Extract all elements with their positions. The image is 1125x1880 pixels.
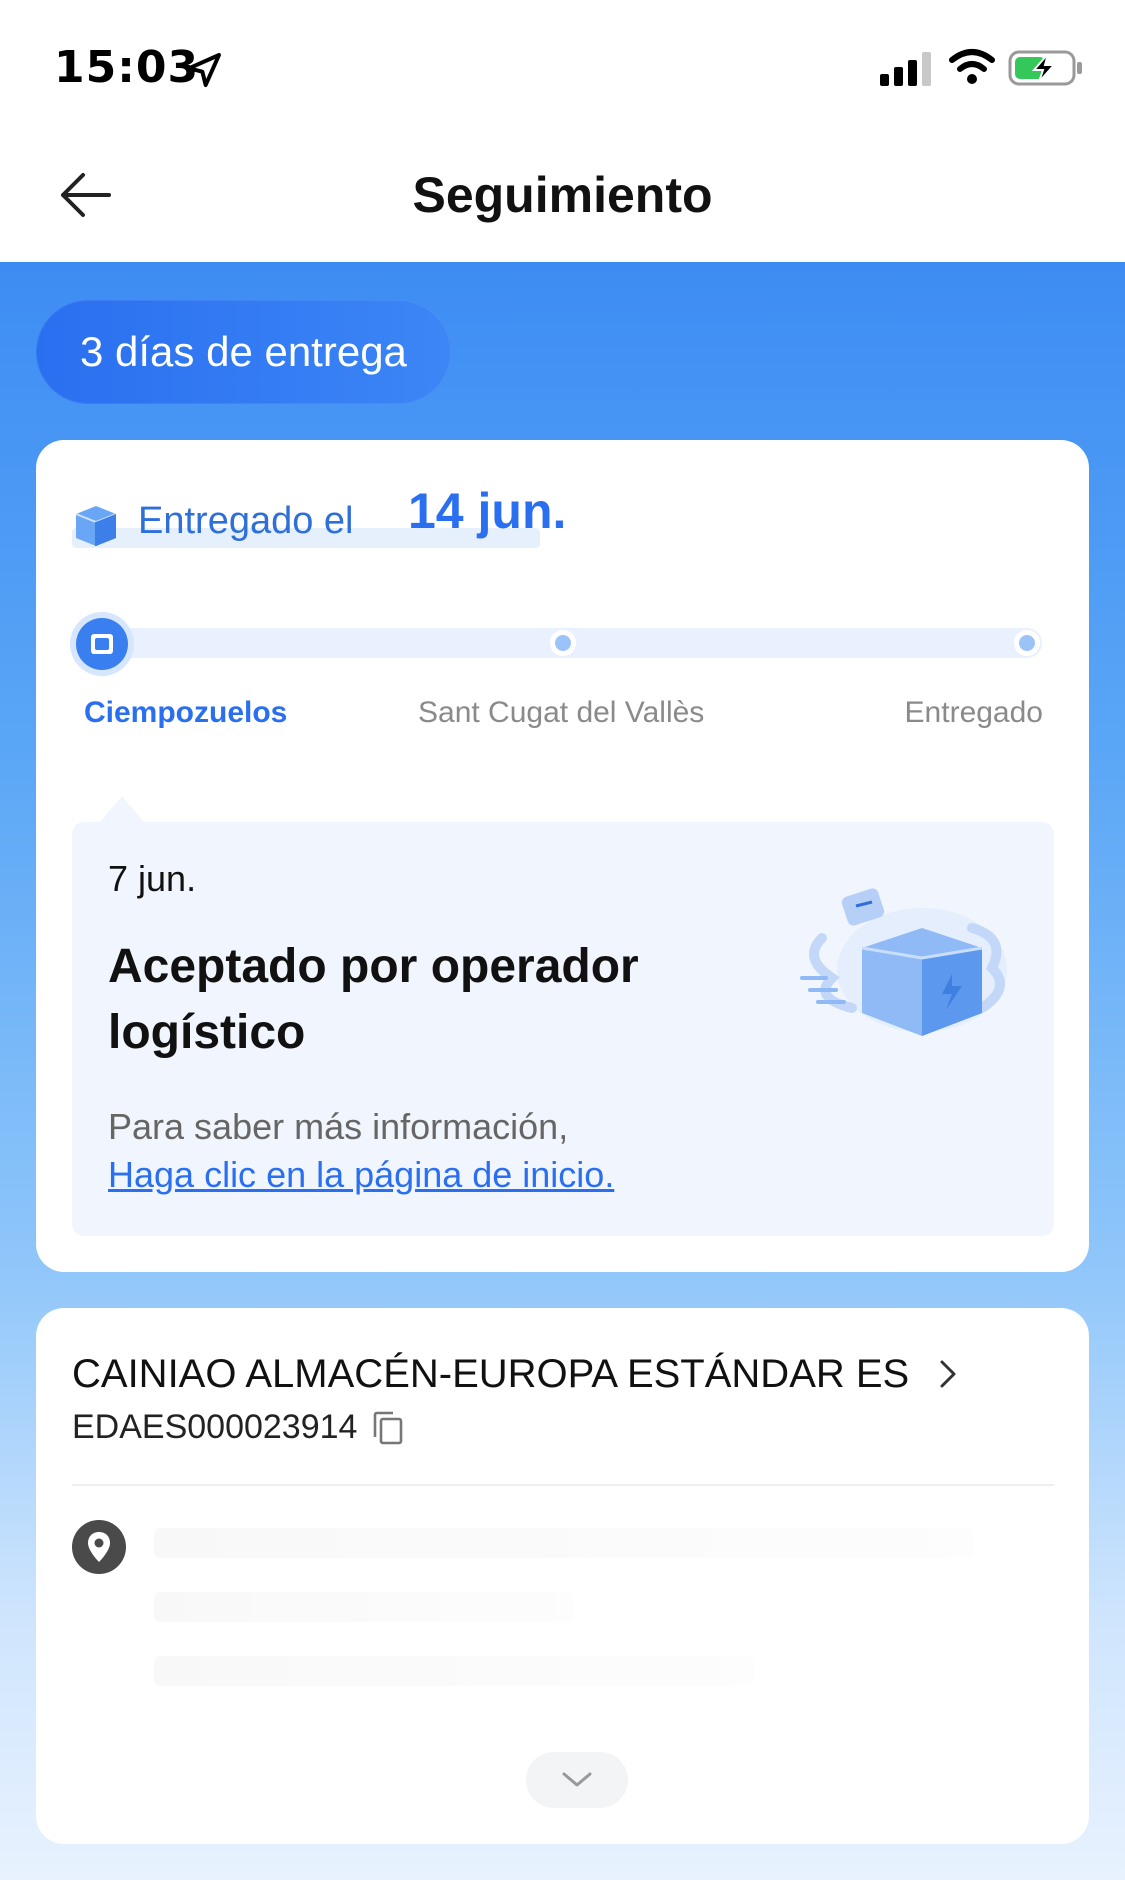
package-icon: [91, 634, 113, 654]
event-info-text: Para saber más información,: [108, 1106, 569, 1147]
location-arrow-icon: [187, 53, 221, 87]
carrier-card: CAINIAO ALMACÉN-EUROPA ESTÁNDAR ES EDAES…: [36, 1308, 1089, 1844]
progress-stop-dot: [550, 630, 576, 656]
stop-label-transit: Sant Cugat del Vallès: [418, 696, 705, 729]
tracking-card: Entregado el 14 jun. Ciempozuelos Sant C…: [36, 440, 1089, 1272]
battery-charging-icon: [1008, 50, 1082, 86]
parcel-illustration: [800, 888, 1007, 1036]
progress-current-marker: [70, 612, 134, 676]
expand-history-button[interactable]: [526, 1752, 628, 1808]
progress-stop-dot: [1014, 630, 1040, 656]
delivered-date: 14 jun.: [408, 483, 567, 539]
delivery-days-badge: 3 días de entrega: [36, 300, 451, 404]
delivered-label: Entregado el: [138, 500, 354, 542]
latest-event-panel: 7 jun. Aceptado por operador logístico P…: [72, 796, 1054, 1236]
status-bar: 15:03: [0, 0, 1125, 130]
package-icon: [75, 506, 117, 546]
home-page-link[interactable]: Haga clic en la página de inicio.: [108, 1154, 614, 1196]
divider: [72, 1484, 1054, 1486]
wifi-icon: [949, 49, 995, 84]
event-title: Aceptado por operador logístico: [108, 940, 639, 1059]
tracking-number-row: EDAES000023914: [72, 1408, 407, 1447]
tracking-number: EDAES000023914: [72, 1408, 358, 1446]
chevron-down-icon: [562, 1772, 592, 1787]
chevron-right-icon: [940, 1360, 956, 1388]
location-pin-icon: [72, 1520, 126, 1574]
carrier-link[interactable]: CAINIAO ALMACÉN-EUROPA ESTÁNDAR ES: [72, 1344, 963, 1404]
page-title: Seguimiento: [412, 167, 713, 223]
delivery-estimate: Entregado el 14 jun.: [72, 482, 566, 562]
cellular-signal-icon: [880, 52, 931, 86]
event-date: 7 jun.: [108, 858, 197, 899]
stop-label-delivered: Entregado: [904, 696, 1043, 729]
copy-icon[interactable]: [369, 1409, 407, 1447]
stop-label-origin: Ciempozuelos: [84, 696, 288, 729]
faded-history-placeholder: [154, 1528, 1014, 1748]
carrier-name: CAINIAO ALMACÉN-EUROPA ESTÁNDAR ES: [72, 1351, 910, 1396]
nav-bar: Seguimiento: [0, 130, 1125, 262]
status-time: 15:03: [54, 42, 200, 93]
